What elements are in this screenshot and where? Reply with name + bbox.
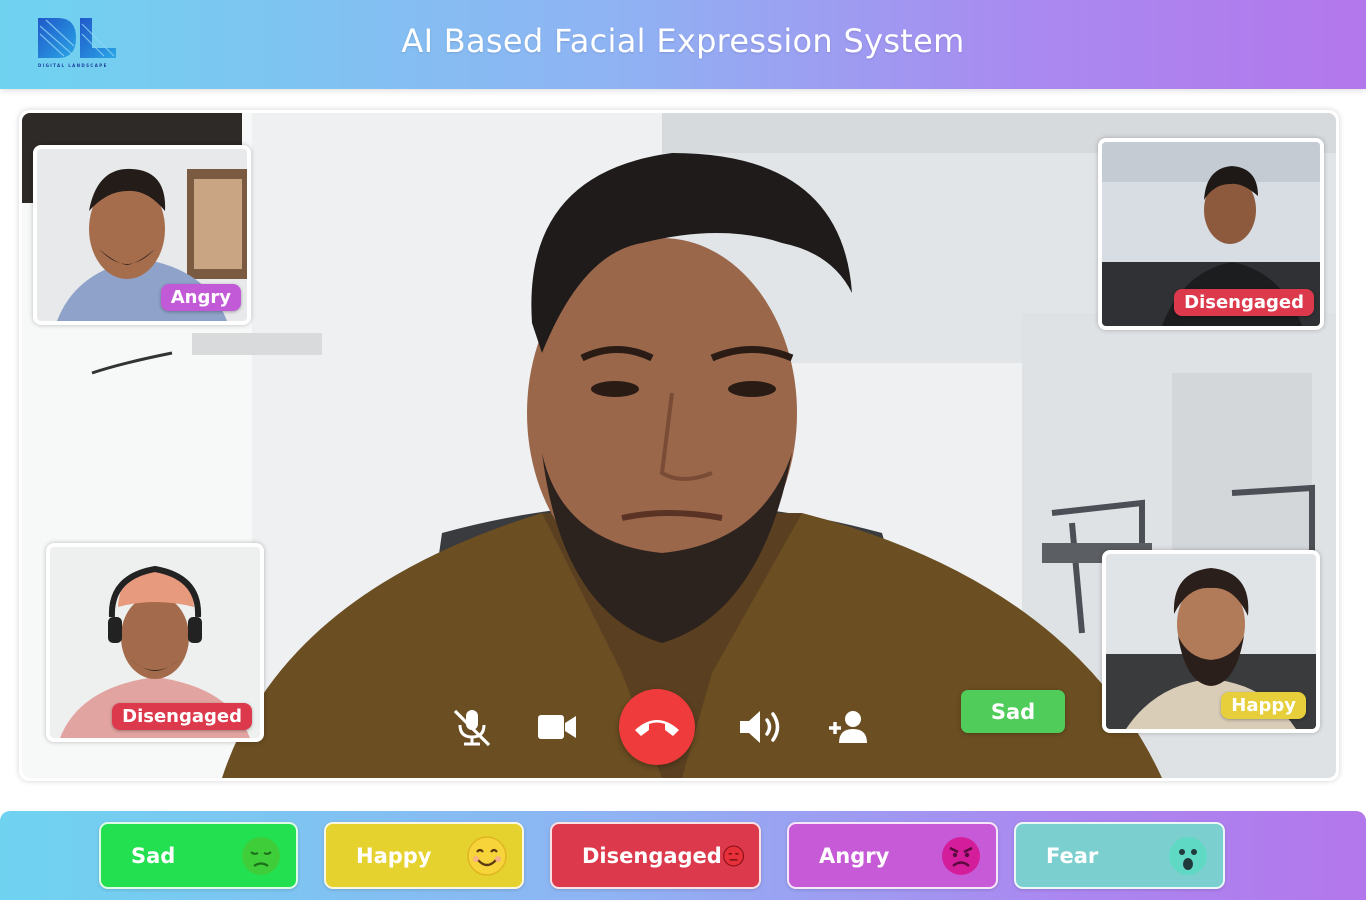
mute-mic-button[interactable] [450,705,494,749]
neutral-face-icon [722,845,744,866]
participant-tile-3[interactable]: Disengaged [46,543,264,742]
speaker-volume-button[interactable] [736,707,786,747]
participant-emotion-badge: Happy [1221,692,1306,719]
legend-chip-label: Fear [1046,843,1099,868]
legend-chip-sad: Sad [99,822,298,889]
toggle-video-button[interactable] [536,707,578,747]
sad-face-icon [242,836,280,875]
legend-chip-label: Happy [356,843,432,868]
participant-tile-2[interactable]: Disengaged [1098,138,1324,330]
add-participant-button[interactable] [826,707,870,747]
angry-face-icon [942,836,980,875]
legend-chip-angry: Angry [787,822,998,889]
participant-tile-1[interactable]: Angry [33,145,251,325]
app-header: DIGITAL LANDSCAPE AI Based Facial Expres… [0,0,1366,89]
participant-emotion-badge: Disengaged [1174,289,1314,316]
volume-icon [740,711,780,743]
add-person-icon [829,711,867,743]
page-title: AI Based Facial Expression System [401,22,965,60]
legend-chip-label: Sad [131,843,176,868]
legend-chip-disengaged: Disengaged [550,822,761,889]
end-call-button[interactable] [619,689,695,765]
participant-tile-4[interactable]: Happy [1102,550,1320,733]
logo-subtitle: DIGITAL LANDSCAPE [38,63,108,68]
main-speaker-emotion-badge: Sad [961,690,1065,733]
legend-chip-happy: Happy [324,822,524,889]
fear-face-icon [1169,836,1207,875]
legend-chip-label: Disengaged [582,843,722,868]
smile-face-icon [467,835,507,876]
phone-hangup-icon [635,720,679,736]
main-video: Angry Disengaged Disengaged Happy [22,113,1336,778]
participant-emotion-badge: Angry [160,284,241,311]
legend-chip-fear: Fear [1014,822,1225,889]
video-camera-icon [538,715,576,739]
emotion-legend-bar: Sad Happy Disengaged Angry Fear [0,811,1366,900]
participant-emotion-badge: Disengaged [112,703,252,730]
legend-chip-label: Angry [819,843,890,868]
mic-off-icon [453,709,491,747]
